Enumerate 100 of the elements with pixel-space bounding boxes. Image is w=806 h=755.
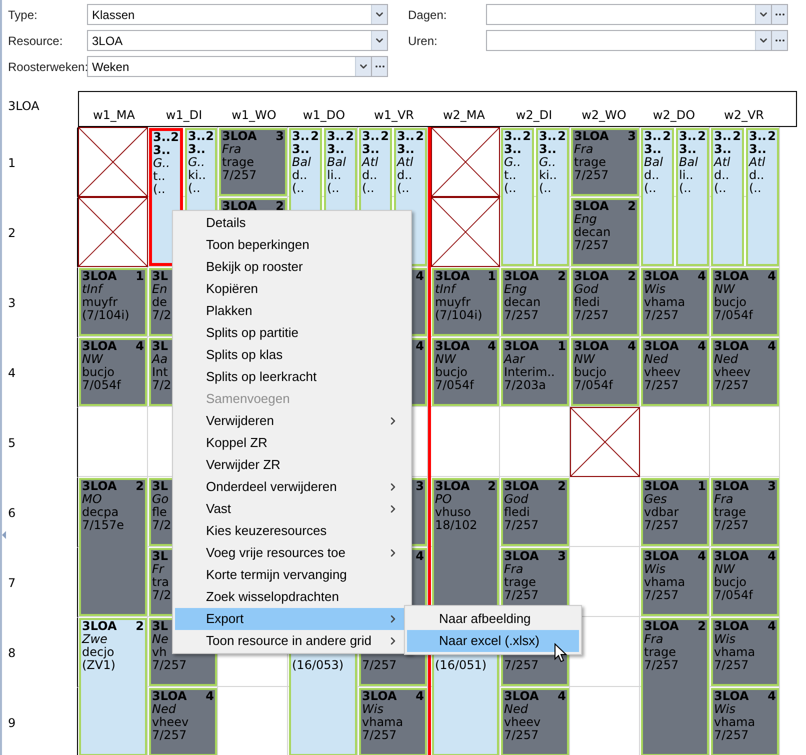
lesson-teacher: vheev (504, 716, 542, 729)
lesson-class: 3LOA (82, 620, 117, 633)
lesson-count: 2 (136, 480, 144, 493)
lesson-count: 4 (768, 270, 776, 283)
lesson-teacher: li.. (327, 169, 342, 182)
column-header: w2_VR (723, 107, 765, 124)
lesson-count: 2 (310, 130, 319, 143)
lesson-subject: Eng (574, 213, 598, 226)
lesson-teacher: Interim.. (504, 366, 556, 379)
lesson-group: 3.. (679, 143, 706, 156)
lesson-class: 3LOA (714, 270, 749, 283)
lesson-class: 3LOA (222, 200, 257, 213)
lesson-count: 4 (416, 270, 424, 283)
lesson-room: 7/257 (714, 379, 750, 392)
lesson-teacher: bucjo (435, 366, 468, 379)
lesson-count: 4 (698, 550, 706, 563)
lesson-class: 3LOA (435, 480, 470, 493)
lesson-room: (.. (397, 182, 410, 195)
lesson-teacher: trage (714, 506, 747, 519)
column-header: w2_WO (580, 107, 628, 124)
lesson-room: (.. (292, 182, 306, 195)
lesson-count: 2 (732, 130, 741, 143)
lesson-teacher: vhama (644, 296, 686, 309)
lesson-room: (7/104i) (435, 309, 484, 322)
lesson-room: 7/257 (504, 589, 540, 602)
lesson-room: (.. (327, 182, 340, 195)
lesson-count: 3 (558, 550, 566, 563)
lesson-teacher: vhama (362, 716, 404, 729)
lesson-class: 3LOA (644, 550, 679, 563)
lesson-teacher: bucjo (574, 366, 608, 379)
lesson-class: 3.. (539, 130, 556, 143)
lesson-subject: Atl (397, 156, 414, 169)
lesson-teacher: decan (504, 296, 542, 309)
lesson-count: 2 (170, 131, 179, 144)
lesson-room: 7/257 (152, 729, 188, 742)
lesson-subject: NW (574, 353, 596, 366)
field-value: Weken (91, 58, 130, 76)
lesson-class: 3.. (504, 130, 522, 143)
lesson-count: 2 (416, 130, 424, 143)
lesson-teacher: t.. (504, 169, 518, 182)
lesson-room: 7/257 (644, 659, 680, 672)
lesson-subject: Ned (504, 703, 529, 716)
lesson-teacher: fledi (574, 296, 601, 309)
lesson-teacher: bucjo (714, 296, 748, 309)
lesson-room: (ZV1) (82, 659, 116, 672)
lesson-room: (.. (539, 182, 552, 195)
lesson-class: 3LOA (82, 270, 117, 283)
lesson-count: 2 (558, 270, 566, 283)
lesson-count: 4 (206, 690, 214, 703)
lesson-subject: Fra (644, 633, 664, 646)
lesson-subject: Wis (362, 703, 384, 716)
column-header: w2_DI (514, 107, 554, 124)
lesson-class: 3.. (397, 130, 414, 143)
lesson-room: 7/257 (152, 659, 188, 672)
lesson-subject: Bal (679, 156, 699, 169)
lesson-room: 7/257 (644, 379, 680, 392)
lesson-room: 7/203a (504, 379, 547, 392)
lesson-room: 18/102 (435, 519, 478, 532)
lesson-room: 7/257 (574, 309, 610, 322)
lesson-subject: MO (82, 493, 103, 506)
lesson-class: 3.. (188, 130, 206, 143)
lesson-subject: God (504, 493, 530, 506)
column-header: w1_VR (373, 107, 415, 124)
lesson-class: 3.. (292, 130, 310, 143)
lesson-room: (.. (749, 182, 762, 195)
column-header: w1_DI (164, 107, 204, 124)
lesson-count: 3 (416, 480, 424, 493)
lesson-subject: Aar (504, 353, 526, 366)
lesson-class: 3LOA (504, 270, 539, 283)
lesson-class: 3L (152, 340, 168, 353)
lesson-room: 7/257 (362, 659, 398, 672)
lesson-class: 3L (152, 270, 168, 283)
lesson-room: 7/257 (504, 729, 540, 742)
lesson-count: 3 (768, 480, 776, 493)
lesson-teacher: vhama (644, 576, 686, 589)
lesson-class: 3.. (714, 130, 732, 143)
lesson-count: 2 (346, 130, 354, 143)
lesson-teacher: ki.. (188, 169, 207, 182)
lesson-room: (16/053) (292, 659, 345, 672)
lesson-teacher: d.. (749, 169, 766, 182)
lesson-group: 3.. (539, 143, 566, 156)
lesson-count: 4 (768, 550, 776, 563)
lesson-count: 4 (698, 270, 706, 283)
lesson-teacher: muyfr (435, 296, 472, 309)
lesson-teacher: bucjo (82, 366, 116, 379)
lesson-subject: NW (714, 283, 736, 296)
lesson-subject: Atl (362, 156, 380, 169)
period-label: 5 (8, 434, 16, 452)
lesson-subject: tInf (435, 283, 458, 296)
lesson-count: 4 (416, 690, 424, 703)
lesson-room: (.. (188, 182, 202, 195)
lesson-room: 7/054f (714, 589, 754, 602)
lesson-subject: Fra (574, 143, 594, 156)
lesson-teacher: bucjo (714, 576, 748, 589)
lesson-class: 3.. (153, 131, 170, 144)
lesson-subject: Wis (714, 703, 736, 716)
lesson-class: 3LOA (714, 620, 749, 633)
lesson-teacher: vheev (714, 366, 752, 379)
lesson-room: (.. (153, 183, 166, 196)
lesson-count: 4 (416, 550, 424, 563)
